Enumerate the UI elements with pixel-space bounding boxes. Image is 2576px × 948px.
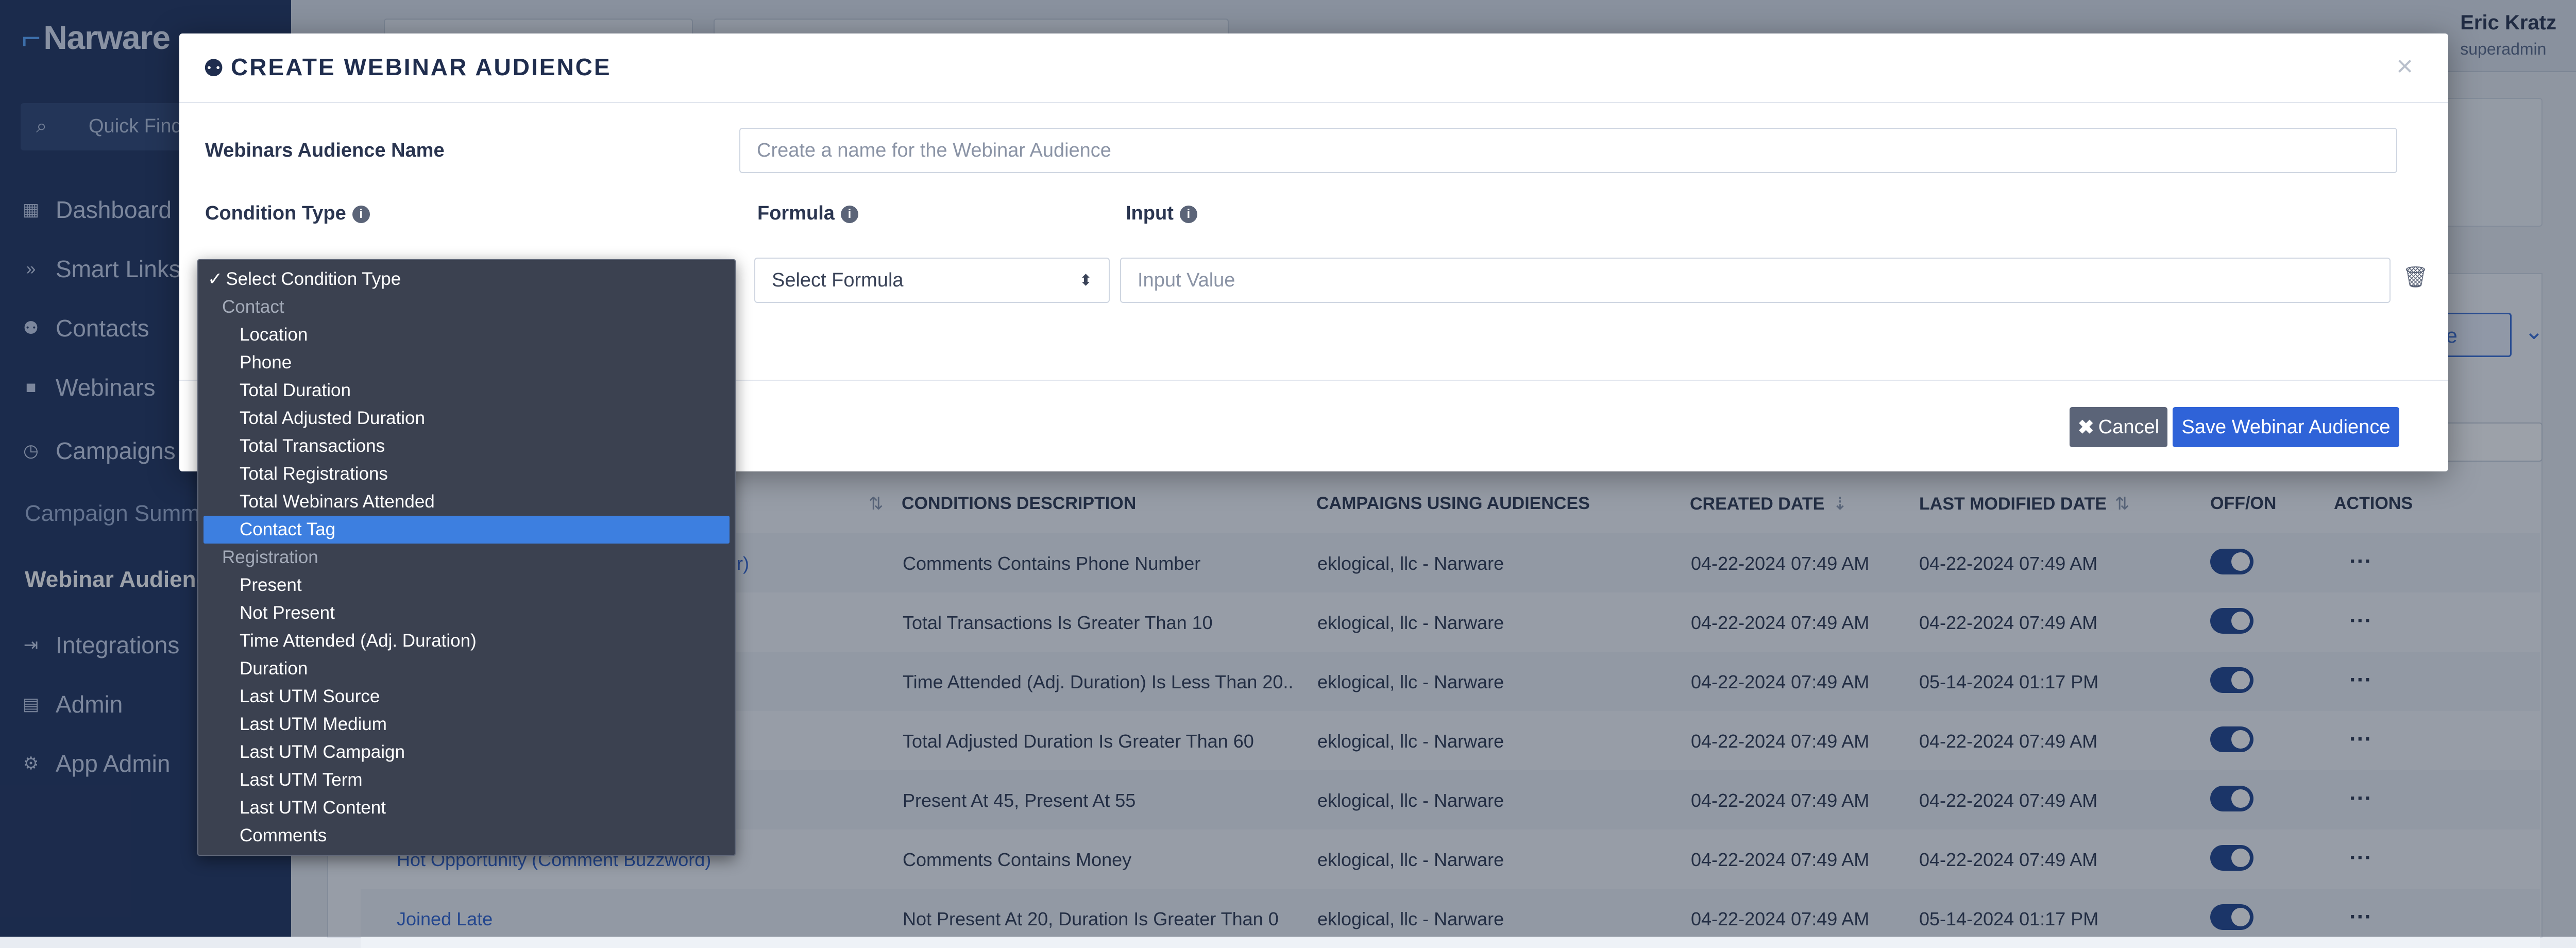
option-group-contact: Contact (222, 297, 284, 317)
condition-option[interactable]: Comments (198, 822, 735, 850)
input-label: Input i (1126, 202, 1197, 225)
input-value-field[interactable]: Input Value (1120, 258, 2391, 303)
formula-select[interactable]: Select Formula ⬍ (754, 258, 1110, 303)
save-webinar-audience-button[interactable]: Save Webinar Audience (2173, 407, 2399, 447)
condition-option[interactable]: Not Present (198, 599, 735, 627)
trash-icon[interactable]: 🗑 (2402, 265, 2429, 289)
info-icon[interactable]: i (352, 205, 370, 223)
formula-label: Formula i (757, 202, 858, 225)
condition-option[interactable]: Last UTM Content (198, 794, 735, 822)
info-icon[interactable]: i (1179, 205, 1197, 223)
modal-header: ⚉ CREATE WEBINAR AUDIENCE × (179, 33, 2448, 103)
condition-option[interactable]: Last UTM Medium (198, 710, 735, 738)
close-icon: ✖ (2077, 416, 2094, 438)
condition-option[interactable]: Total Webinars Attended (198, 488, 735, 516)
checkmark-icon: ✓ (208, 269, 223, 289)
condition-option[interactable]: Last UTM Campaign (198, 738, 735, 766)
condition-option[interactable]: Phone (198, 349, 735, 377)
audience-name-label: Webinars Audience Name (205, 140, 445, 161)
audience-name-input[interactable]: Create a name for the Webinar Audience (739, 128, 2397, 173)
condition-option[interactable]: Total Adjusted Duration (198, 404, 735, 432)
condition-type-label: Condition Type i (205, 202, 370, 225)
condition-option[interactable]: Total Duration (198, 377, 735, 404)
condition-option-highlighted[interactable]: Contact Tag (204, 516, 730, 544)
condition-option[interactable]: Total Registrations (198, 460, 735, 488)
select-arrows-icon: ⬍ (1079, 272, 1092, 289)
condition-option[interactable]: Total Transactions (198, 432, 735, 460)
option-group-registration: Registration (222, 547, 318, 567)
condition-option[interactable]: Last UTM Term (198, 766, 735, 794)
condition-option-placeholder[interactable]: ✓ Select Condition Type (198, 265, 735, 293)
condition-option[interactable]: Present (198, 571, 735, 599)
condition-option[interactable]: Last UTM Source (198, 683, 735, 710)
condition-type-dropdown[interactable]: ✓ Select Condition Type Contact Location … (197, 259, 736, 856)
condition-option[interactable]: Time Attended (Adj. Duration) (198, 627, 735, 655)
info-icon[interactable]: i (840, 205, 858, 223)
cancel-button[interactable]: ✖ Cancel (2070, 407, 2167, 447)
close-icon[interactable]: × (2396, 49, 2413, 82)
users-icon: ⚉ (203, 55, 225, 81)
modal-title: CREATE WEBINAR AUDIENCE (231, 54, 612, 80)
condition-option[interactable]: Location (198, 321, 735, 349)
condition-option[interactable]: Duration (198, 655, 735, 683)
